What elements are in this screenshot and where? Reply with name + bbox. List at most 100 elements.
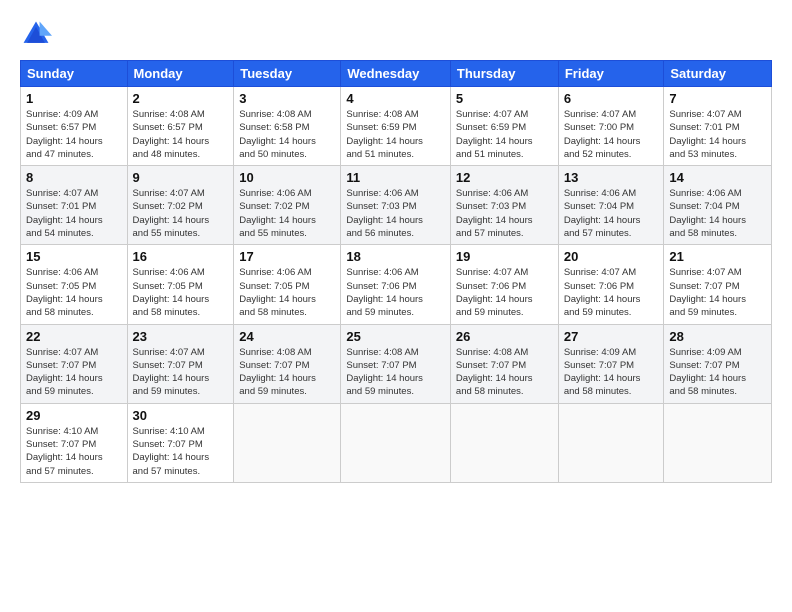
day-number: 20 xyxy=(564,249,659,264)
calendar-week-row: 1 Sunrise: 4:09 AMSunset: 6:57 PMDaylight… xyxy=(21,87,772,166)
day-number: 5 xyxy=(456,91,553,106)
calendar-day-cell: 3 Sunrise: 4:08 AMSunset: 6:58 PMDaylight… xyxy=(234,87,341,166)
day-number: 23 xyxy=(133,329,229,344)
calendar-day-cell: 7 Sunrise: 4:07 AMSunset: 7:01 PMDaylight… xyxy=(664,87,772,166)
calendar-day-cell: 9 Sunrise: 4:07 AMSunset: 7:02 PMDaylight… xyxy=(127,166,234,245)
calendar-table: SundayMondayTuesdayWednesdayThursdayFrid… xyxy=(20,60,772,483)
calendar-week-row: 29 Sunrise: 4:10 AMSunset: 7:07 PMDayligh… xyxy=(21,403,772,482)
calendar-day-cell: 15 Sunrise: 4:06 AMSunset: 7:05 PMDayligh… xyxy=(21,245,128,324)
day-info: Sunrise: 4:08 AMSunset: 6:57 PMDaylight:… xyxy=(133,108,229,161)
calendar-day-cell: 22Sunrise: 4:07 AMSunset: 7:07 PMDayligh… xyxy=(21,324,128,403)
day-number: 29 xyxy=(26,408,122,423)
calendar-day-cell: 6 Sunrise: 4:07 AMSunset: 7:00 PMDaylight… xyxy=(558,87,664,166)
calendar-day-cell: 21Sunrise: 4:07 AMSunset: 7:07 PMDayligh… xyxy=(664,245,772,324)
calendar-day-cell xyxy=(558,403,664,482)
day-number: 1 xyxy=(26,91,122,106)
calendar-day-cell: 8 Sunrise: 4:07 AMSunset: 7:01 PMDaylight… xyxy=(21,166,128,245)
calendar-week-row: 22Sunrise: 4:07 AMSunset: 7:07 PMDayligh… xyxy=(21,324,772,403)
day-number: 12 xyxy=(456,170,553,185)
day-info: Sunrise: 4:06 AMSunset: 7:06 PMDaylight:… xyxy=(346,266,445,319)
day-info: Sunrise: 4:07 AMSunset: 7:06 PMDaylight:… xyxy=(456,266,553,319)
day-number: 17 xyxy=(239,249,335,264)
day-info: Sunrise: 4:10 AMSunset: 7:07 PMDaylight:… xyxy=(26,425,122,478)
weekday-header-saturday: Saturday xyxy=(664,61,772,87)
day-info: Sunrise: 4:06 AMSunset: 7:03 PMDaylight:… xyxy=(456,187,553,240)
calendar-day-cell: 20 Sunrise: 4:07 AMSunset: 7:06 PMDayligh… xyxy=(558,245,664,324)
day-info: Sunrise: 4:06 AMSunset: 7:05 PMDaylight:… xyxy=(133,266,229,319)
day-info: Sunrise: 4:06 AMSunset: 7:05 PMDaylight:… xyxy=(239,266,335,319)
day-number: 3 xyxy=(239,91,335,106)
logo-icon xyxy=(20,18,52,50)
calendar-day-cell: 16Sunrise: 4:06 AMSunset: 7:05 PMDayligh… xyxy=(127,245,234,324)
calendar-day-cell: 26 Sunrise: 4:08 AMSunset: 7:07 PMDayligh… xyxy=(450,324,558,403)
calendar-day-cell: 2 Sunrise: 4:08 AMSunset: 6:57 PMDaylight… xyxy=(127,87,234,166)
day-info: Sunrise: 4:06 AMSunset: 7:03 PMDaylight:… xyxy=(346,187,445,240)
day-info: Sunrise: 4:07 AMSunset: 6:59 PMDaylight:… xyxy=(456,108,553,161)
calendar-day-cell xyxy=(234,403,341,482)
calendar-week-row: 15 Sunrise: 4:06 AMSunset: 7:05 PMDayligh… xyxy=(21,245,772,324)
calendar-day-cell: 17 Sunrise: 4:06 AMSunset: 7:05 PMDayligh… xyxy=(234,245,341,324)
day-number: 9 xyxy=(133,170,229,185)
day-info: Sunrise: 4:08 AMSunset: 7:07 PMDaylight:… xyxy=(239,346,335,399)
day-info: Sunrise: 4:08 AMSunset: 6:58 PMDaylight:… xyxy=(239,108,335,161)
calendar-day-cell: 1 Sunrise: 4:09 AMSunset: 6:57 PMDaylight… xyxy=(21,87,128,166)
day-info: Sunrise: 4:09 AMSunset: 7:07 PMDaylight:… xyxy=(564,346,659,399)
calendar-day-cell: 27Sunrise: 4:09 AMSunset: 7:07 PMDayligh… xyxy=(558,324,664,403)
day-number: 26 xyxy=(456,329,553,344)
day-info: Sunrise: 4:08 AMSunset: 6:59 PMDaylight:… xyxy=(346,108,445,161)
calendar-day-cell: 13 Sunrise: 4:06 AMSunset: 7:04 PMDayligh… xyxy=(558,166,664,245)
calendar-day-cell: 10 Sunrise: 4:06 AMSunset: 7:02 PMDayligh… xyxy=(234,166,341,245)
calendar-day-cell: 11 Sunrise: 4:06 AMSunset: 7:03 PMDayligh… xyxy=(341,166,451,245)
day-number: 30 xyxy=(133,408,229,423)
calendar-day-cell: 24 Sunrise: 4:08 AMSunset: 7:07 PMDayligh… xyxy=(234,324,341,403)
day-info: Sunrise: 4:06 AMSunset: 7:05 PMDaylight:… xyxy=(26,266,122,319)
calendar-day-cell: 14Sunrise: 4:06 AMSunset: 7:04 PMDayligh… xyxy=(664,166,772,245)
calendar-day-cell: 25Sunrise: 4:08 AMSunset: 7:07 PMDayligh… xyxy=(341,324,451,403)
calendar-day-cell xyxy=(341,403,451,482)
day-number: 19 xyxy=(456,249,553,264)
day-info: Sunrise: 4:09 AMSunset: 6:57 PMDaylight:… xyxy=(26,108,122,161)
calendar-day-cell: 5 Sunrise: 4:07 AMSunset: 6:59 PMDaylight… xyxy=(450,87,558,166)
calendar-day-cell: 4Sunrise: 4:08 AMSunset: 6:59 PMDaylight… xyxy=(341,87,451,166)
weekday-header-tuesday: Tuesday xyxy=(234,61,341,87)
calendar-day-cell: 19 Sunrise: 4:07 AMSunset: 7:06 PMDayligh… xyxy=(450,245,558,324)
day-number: 10 xyxy=(239,170,335,185)
calendar-day-cell xyxy=(450,403,558,482)
day-number: 18 xyxy=(346,249,445,264)
calendar-day-cell: 29 Sunrise: 4:10 AMSunset: 7:07 PMDayligh… xyxy=(21,403,128,482)
day-info: Sunrise: 4:10 AMSunset: 7:07 PMDaylight:… xyxy=(133,425,229,478)
day-number: 15 xyxy=(26,249,122,264)
day-info: Sunrise: 4:07 AMSunset: 7:01 PMDaylight:… xyxy=(669,108,766,161)
header xyxy=(20,18,772,50)
weekday-header-thursday: Thursday xyxy=(450,61,558,87)
day-number: 14 xyxy=(669,170,766,185)
calendar-day-cell: 30 Sunrise: 4:10 AMSunset: 7:07 PMDayligh… xyxy=(127,403,234,482)
day-number: 13 xyxy=(564,170,659,185)
day-number: 11 xyxy=(346,170,445,185)
weekday-header-monday: Monday xyxy=(127,61,234,87)
day-number: 24 xyxy=(239,329,335,344)
day-info: Sunrise: 4:08 AMSunset: 7:07 PMDaylight:… xyxy=(456,346,553,399)
logo xyxy=(20,18,56,50)
weekday-header-sunday: Sunday xyxy=(21,61,128,87)
day-info: Sunrise: 4:09 AMSunset: 7:07 PMDaylight:… xyxy=(669,346,766,399)
day-number: 2 xyxy=(133,91,229,106)
calendar-day-cell xyxy=(664,403,772,482)
day-info: Sunrise: 4:06 AMSunset: 7:04 PMDaylight:… xyxy=(564,187,659,240)
day-number: 7 xyxy=(669,91,766,106)
calendar-day-cell: 12 Sunrise: 4:06 AMSunset: 7:03 PMDayligh… xyxy=(450,166,558,245)
day-number: 8 xyxy=(26,170,122,185)
page: SundayMondayTuesdayWednesdayThursdayFrid… xyxy=(0,0,792,501)
day-number: 6 xyxy=(564,91,659,106)
day-info: Sunrise: 4:07 AMSunset: 7:01 PMDaylight:… xyxy=(26,187,122,240)
day-number: 28 xyxy=(669,329,766,344)
weekday-header-row: SundayMondayTuesdayWednesdayThursdayFrid… xyxy=(21,61,772,87)
day-info: Sunrise: 4:07 AMSunset: 7:06 PMDaylight:… xyxy=(564,266,659,319)
day-info: Sunrise: 4:07 AMSunset: 7:02 PMDaylight:… xyxy=(133,187,229,240)
day-info: Sunrise: 4:07 AMSunset: 7:00 PMDaylight:… xyxy=(564,108,659,161)
calendar-day-cell: 23 Sunrise: 4:07 AMSunset: 7:07 PMDayligh… xyxy=(127,324,234,403)
day-info: Sunrise: 4:07 AMSunset: 7:07 PMDaylight:… xyxy=(133,346,229,399)
day-number: 25 xyxy=(346,329,445,344)
day-info: Sunrise: 4:07 AMSunset: 7:07 PMDaylight:… xyxy=(669,266,766,319)
day-info: Sunrise: 4:06 AMSunset: 7:02 PMDaylight:… xyxy=(239,187,335,240)
